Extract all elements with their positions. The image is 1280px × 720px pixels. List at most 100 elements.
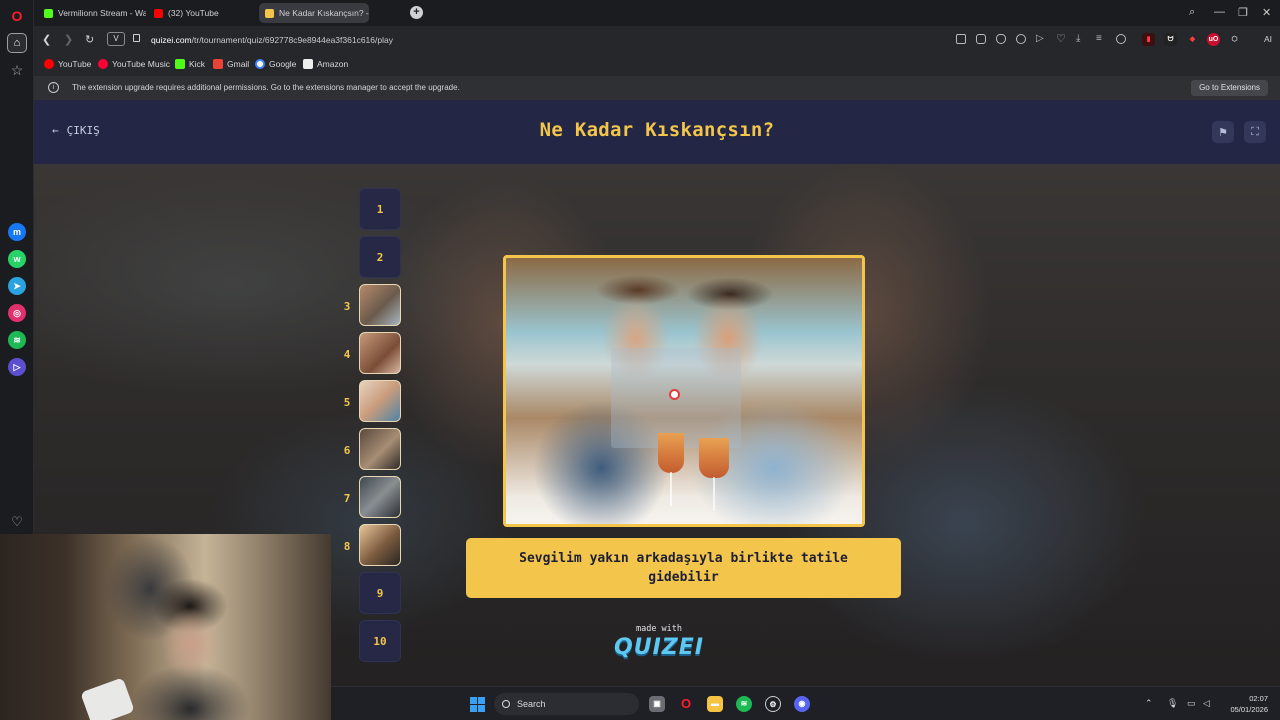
round-6-thumbnail[interactable] [359,428,401,470]
bookmark-label: YouTube Music [112,59,170,69]
shield-icon[interactable] [996,34,1006,44]
opera-gx-icon[interactable]: O [678,696,694,712]
discord-icon[interactable]: ◉ [794,696,810,712]
bookmark-google[interactable]: Google [255,59,296,69]
player-icon[interactable]: ▷ [8,358,26,376]
heart-icon[interactable]: ♡ [7,512,27,532]
extension-info-bar: i The extension upgrade requires additio… [34,76,1280,100]
tab-title: Vermilionn Stream - Watc [58,8,146,18]
taskbar-clock[interactable]: 02:07 05/01/2026 [1230,693,1268,715]
bookmark-youtube-music[interactable]: YouTube Music [98,59,170,69]
round-10[interactable]: 10 [359,620,401,662]
reload-icon[interactable]: ↻ [85,33,94,46]
spotify-taskbar-icon[interactable]: ≋ [736,696,752,712]
round-8-thumbnail[interactable] [359,524,401,566]
extension-cat-icon[interactable]: ᗢ [1164,33,1177,46]
forward-icon[interactable]: ❯ [64,33,73,46]
opera-logo-icon[interactable]: O [7,6,27,26]
tab-kick-stream[interactable]: Vermilionn Stream - Watc [38,3,146,23]
task-view-icon[interactable]: ▣ [649,696,665,712]
volume-icon[interactable]: ◁ [1203,698,1210,709]
spotify-icon[interactable]: ≋ [8,331,26,349]
bookmark-label: Kick [189,59,206,69]
screen: O ⌂ ☆ m w ➤ ◎ ≋ ▷ ♡ Vermilionn Stream - … [0,0,1280,720]
tray-chevron-icon[interactable]: ⌃ [1145,698,1153,709]
file-explorer-icon[interactable]: ▬ [707,696,723,712]
lock-icon[interactable] [133,34,140,42]
bookmark-kick[interactable]: Kick [175,59,205,69]
round-label: 6 [343,444,351,457]
round-label: 4 [343,348,351,361]
report-flag-button[interactable]: ⚑ [1212,121,1234,143]
ai-button[interactable]: AI [1256,33,1280,46]
search-tabs-icon[interactable]: ⌕ [1189,6,1195,19]
heart-outline-icon[interactable]: ♡ [1056,34,1066,45]
instagram-icon[interactable]: ◎ [8,304,26,322]
gmail-icon [213,59,223,69]
download-icon[interactable]: ⤓ [1076,34,1086,44]
round-3-thumbnail[interactable] [359,284,401,326]
adblock-icon[interactable] [1016,34,1026,44]
taskbar-search[interactable]: Search [494,693,639,715]
round-4-thumbnail[interactable] [359,332,401,374]
webcam-overlay [0,534,331,720]
answer-option-card[interactable]: Sevgilim yakın arkadaşıyla birlikte tati… [466,538,901,598]
home-icon[interactable]: ⌂ [7,33,27,53]
star-icon[interactable]: ☆ [7,60,27,80]
round-label: 2 [376,250,384,264]
messenger-icon[interactable]: m [8,223,26,241]
tab-youtube[interactable]: (32) YouTube [148,3,256,23]
round-label: 10 [373,634,387,648]
round-7-thumbnail[interactable] [359,476,401,518]
amazon-icon [303,59,313,69]
url-path: /tr/tournament/quiz/692778c9e8944ea3f361… [191,35,393,45]
round-2[interactable]: 2 [359,236,401,278]
new-tab-button[interactable]: + [410,6,423,19]
round-label: 5 [343,396,351,409]
round-label: 3 [343,300,351,313]
bookmark-gmail[interactable]: Gmail [213,59,249,69]
google-icon [255,59,265,69]
youtube-favicon-icon [154,8,163,18]
camera-icon[interactable] [976,34,986,44]
minimize-button[interactable]: — [1214,6,1225,18]
fullscreen-icon: ⛶ [1251,125,1259,138]
glass-stem [713,477,715,511]
webcam-foreground [80,677,135,720]
round-1[interactable]: 1 [359,188,401,230]
fullscreen-button[interactable]: ⛶ [1244,121,1266,143]
extension-tag-icon[interactable]: ◆ [1186,33,1199,46]
round-5-thumbnail[interactable] [359,380,401,422]
ublock-icon[interactable]: uO [1207,33,1220,46]
back-icon[interactable]: ❮ [42,33,51,46]
round-label: 8 [343,540,351,553]
tab-quiz[interactable]: Ne Kadar Kıskançsın? - Tir [259,3,369,23]
url-host: quizei.com [151,35,192,45]
telegram-icon[interactable]: ➤ [8,277,26,295]
round-label: 7 [343,492,351,505]
maximize-button[interactable]: ❐ [1238,6,1248,19]
vpn-button[interactable]: V [107,32,125,46]
close-button[interactable]: ✕ [1262,6,1271,19]
info-message: The extension upgrade requires additiona… [72,83,460,92]
extensions-puzzle-icon[interactable]: ⬡ [1228,33,1241,46]
menu-icon[interactable]: ≡ [1096,34,1106,44]
bookmark-amazon[interactable]: Amazon [303,59,348,69]
bookmark-youtube[interactable]: YouTube [44,59,91,69]
steam-icon[interactable]: ⚙ [765,696,781,712]
flag-icon: ⚑ [1218,126,1228,139]
round-9[interactable]: 9 [359,572,401,614]
play-icon[interactable]: ▷ [1036,34,1046,44]
extension-red-icon[interactable]: ▮ [1142,33,1155,46]
microphone-icon[interactable]: 🎙︎ [1167,698,1178,709]
bookmark-label: Gmail [227,59,250,69]
profile-icon[interactable] [1116,34,1126,44]
network-icon[interactable]: ▭ [1187,698,1196,709]
quizei-logo[interactable]: QUIZEI [611,635,707,660]
url-field[interactable]: quizei.com/tr/tournament/quiz/692778c9e8… [151,35,393,45]
taskbar: Search ▣ O ▬ ≋ ⚙ ◉ ⌃ 🎙︎ ▭ ◁ 02:07 05/01/… [331,686,1280,720]
go-to-extensions-button[interactable]: Go to Extensions [1191,80,1268,96]
windows-start-icon[interactable] [470,697,485,712]
whatsapp-icon[interactable]: w [8,250,26,268]
edit-icon[interactable] [956,34,966,44]
